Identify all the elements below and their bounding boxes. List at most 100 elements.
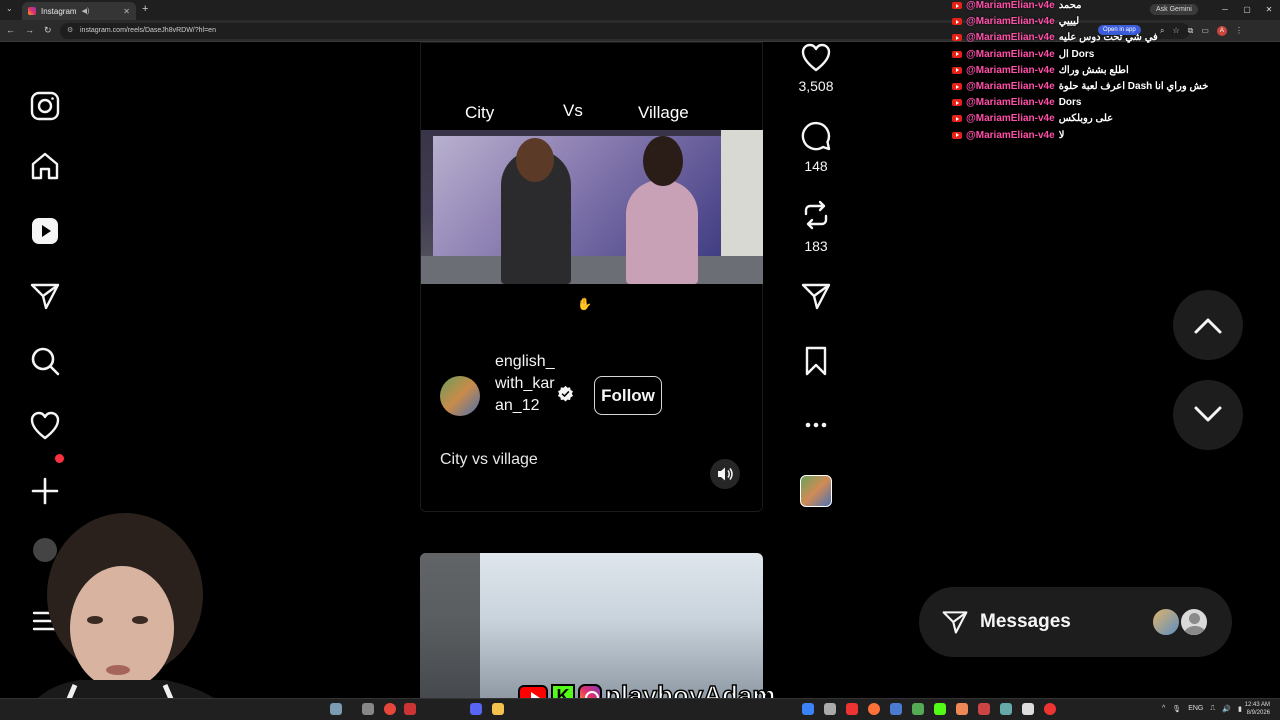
- direct-send-icon[interactable]: [29, 280, 61, 312]
- taskbar-app-icon-6[interactable]: [956, 703, 968, 715]
- mouse-cursor-icon: ✋: [577, 297, 592, 311]
- profile-avatar[interactable]: A: [1216, 26, 1227, 36]
- chat-text: ال Dors: [1058, 48, 1095, 60]
- file-explorer-icon[interactable]: [492, 703, 504, 715]
- instagram-favicon-icon: [28, 7, 36, 15]
- repost-icon[interactable]: [800, 199, 832, 231]
- youtube-chat-icon: [952, 115, 962, 123]
- message-avatar: [1151, 607, 1181, 637]
- taskbar-app-icon-3[interactable]: [846, 703, 858, 715]
- youtube-chat-icon: [952, 50, 962, 58]
- verified-badge-icon: [558, 385, 573, 402]
- taskbar-app-icon[interactable]: [404, 703, 416, 715]
- chat-username: @MariamElian-v4e: [966, 48, 1055, 60]
- chevron-up-icon: [1194, 318, 1222, 334]
- reel-card[interactable]: City Vs Village: [420, 42, 763, 512]
- like-heart-icon[interactable]: [800, 42, 832, 74]
- more-options-icon[interactable]: [800, 408, 832, 440]
- clock[interactable]: 12:43 AM 8/9/2026: [1245, 701, 1270, 717]
- chat-username: @MariamElian-v4e: [966, 81, 1055, 92]
- next-reel-button[interactable]: [1173, 380, 1243, 450]
- new-tab-button[interactable]: +: [142, 3, 148, 15]
- reel-owner-avatar[interactable]: [440, 376, 480, 416]
- chat-text: ليييي: [1058, 16, 1080, 28]
- volume-button[interactable]: [710, 459, 740, 489]
- tab-close-icon[interactable]: ✕: [123, 7, 130, 16]
- instagram-logo-icon[interactable]: [29, 90, 61, 122]
- chat-username: @MariamElian-v4e: [966, 97, 1055, 109]
- kick-taskbar-icon[interactable]: [934, 703, 946, 715]
- notifications-heart-icon[interactable]: [29, 410, 61, 442]
- clock-time: 12:43 AM: [1244, 702, 1270, 708]
- video-text-village: Village: [638, 103, 689, 122]
- system-tray: ^ 🎙 ENG ⎍ 🔊 ▮: [1162, 705, 1242, 713]
- reel-caption: City vs village: [440, 451, 538, 468]
- taskbar-app-icon-9[interactable]: [1022, 703, 1034, 715]
- direct-send-icon: [942, 611, 968, 634]
- back-icon[interactable]: ←: [6, 25, 15, 36]
- chrome-taskbar-icon[interactable]: [384, 703, 396, 715]
- taskbar-app-icon-4[interactable]: [890, 703, 902, 715]
- taskbar-widget-icon[interactable]: [330, 703, 342, 715]
- chat-message: @MariamElian-v4e اطلع بشش وراك: [952, 63, 1129, 78]
- youtube-chat-icon: [952, 131, 962, 139]
- discord-taskbar-icon[interactable]: [470, 703, 482, 715]
- previous-reel-button[interactable]: [1173, 290, 1243, 360]
- chevron-down-icon: [1194, 406, 1222, 422]
- chat-text: Dors: [1058, 97, 1082, 109]
- tab-instagram[interactable]: Instagram ◀) ✕: [22, 2, 136, 20]
- network-icon[interactable]: ⎍: [1210, 705, 1215, 713]
- chat-username: @MariamElian-v4e: [966, 32, 1055, 44]
- save-bookmark-icon[interactable]: [800, 345, 832, 377]
- taskbar-app-icon-2[interactable]: [802, 703, 814, 715]
- repost-count: 183: [804, 238, 828, 254]
- streamer-webcam: [20, 513, 240, 720]
- chat-username: @MariamElian-v4e: [966, 64, 1055, 76]
- taskbar-app-icon-10[interactable]: [1044, 703, 1056, 715]
- chrome-menu-icon[interactable]: ⋮: [1235, 26, 1243, 36]
- reel-username[interactable]: english_with_karan_12: [495, 351, 557, 417]
- tray-lang[interactable]: ENG: [1188, 705, 1203, 713]
- reels-icon[interactable]: [29, 215, 61, 247]
- minimize-icon[interactable]: ─: [1214, 0, 1236, 20]
- search-icon[interactable]: [29, 345, 61, 377]
- taskbar-app-icon-5[interactable]: [912, 703, 924, 715]
- tab-search-icon[interactable]: ⌄: [6, 4, 13, 13]
- youtube-chat-icon: [952, 66, 962, 74]
- messages-button[interactable]: Messages: [919, 587, 1232, 657]
- settings-taskbar-icon[interactable]: [824, 703, 836, 715]
- bookmark-star-icon[interactable]: ☆: [1172, 26, 1179, 36]
- zoom-icon[interactable]: ⌕: [1160, 26, 1164, 36]
- tab-audio-icon[interactable]: ◀): [82, 7, 90, 15]
- chat-text: لا: [1058, 129, 1065, 141]
- comment-count: 148: [804, 158, 828, 174]
- mic-icon[interactable]: 🎙: [1172, 705, 1181, 713]
- extensions-icon[interactable]: ⧉: [1188, 26, 1194, 36]
- taskbar-app-icon-8[interactable]: [1000, 703, 1012, 715]
- share-icon[interactable]: [800, 280, 832, 312]
- reload-icon[interactable]: ↻: [44, 25, 52, 36]
- chrome-toolbar-icons: ⌕ ☆ ⧉ ▭ A ⋮: [1160, 26, 1243, 36]
- message-avatar-default: [1179, 607, 1209, 637]
- youtube-chat-icon: [952, 34, 962, 42]
- maximize-icon[interactable]: ▢: [1236, 0, 1258, 20]
- tray-chevron-icon[interactable]: ^: [1162, 705, 1165, 713]
- firefox-taskbar-icon[interactable]: [868, 703, 880, 715]
- close-window-icon[interactable]: ✕: [1258, 0, 1280, 20]
- taskbar-app-icon-7[interactable]: [978, 703, 990, 715]
- forward-icon[interactable]: →: [25, 25, 34, 36]
- chat-message: @MariamElian-v4e اعرف لعبة حلوة Dash خش و…: [952, 79, 1208, 94]
- chat-text: اعرف لعبة حلوة Dash خش وراي انا: [1058, 81, 1209, 92]
- home-icon[interactable]: [29, 150, 61, 182]
- comment-icon[interactable]: [800, 120, 832, 152]
- ask-gemini-button[interactable]: Ask Gemini: [1150, 4, 1198, 15]
- nav-buttons: ← → ↻: [6, 25, 52, 36]
- audio-thumbnail[interactable]: [800, 475, 832, 507]
- volume-tray-icon[interactable]: 🔊: [1222, 705, 1231, 713]
- reel-video-frame[interactable]: [421, 130, 763, 284]
- sidebar-icon[interactable]: ▭: [1201, 26, 1209, 36]
- follow-button[interactable]: Follow: [594, 376, 662, 415]
- site-info-icon[interactable]: ⚙: [67, 23, 73, 39]
- battery-icon[interactable]: ▮: [1238, 705, 1242, 713]
- taskbar-taskview-icon[interactable]: [362, 703, 374, 715]
